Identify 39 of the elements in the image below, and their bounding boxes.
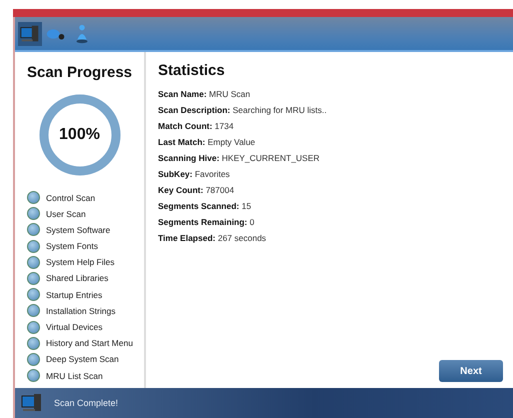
statistic-line: Scan Name: MRU Scan bbox=[158, 89, 252, 99]
statistic-line: Segments Scanned: 15 bbox=[158, 201, 252, 211]
status-dot-icon bbox=[27, 256, 40, 269]
statistic-line: Key Count: 787004 bbox=[158, 185, 236, 195]
status-message: Scan Complete! bbox=[54, 398, 118, 408]
status-dot-icon bbox=[27, 223, 40, 236]
statistic-line: Segments Remaining: 0 bbox=[158, 217, 256, 227]
status-dot-icon bbox=[27, 369, 40, 382]
status-dot-icon bbox=[27, 207, 40, 220]
statistic-line: Time Elapsed: 267 seconds bbox=[158, 233, 268, 243]
step-label: Shared Libraries bbox=[46, 273, 108, 284]
toolbar-button[interactable] bbox=[18, 22, 42, 46]
step-label: MRU List Scan bbox=[46, 370, 103, 381]
status-dot-icon bbox=[27, 352, 40, 366]
step-label: History and Start Menu bbox=[46, 338, 133, 348]
panel-title: Scan Progress bbox=[26, 64, 132, 81]
next-button[interactable]: Next bbox=[439, 360, 503, 382]
step-label: Control Scan bbox=[46, 192, 96, 202]
step-label: System Software bbox=[46, 224, 110, 235]
statistic-line: Scan Description: Searching for MRU lists.. bbox=[158, 105, 328, 115]
statistic-line: Scanning Hive: HKEY_CURRENT_USER bbox=[158, 153, 321, 163]
status-dot-icon bbox=[27, 336, 40, 350]
status-dot-icon bbox=[27, 320, 40, 334]
status-dot-icon bbox=[27, 288, 40, 302]
statistic-line: Last Match: Empty Value bbox=[158, 137, 256, 147]
statistic-line: Match Count: 1734 bbox=[158, 121, 235, 131]
status-dot-icon bbox=[27, 191, 40, 204]
step-label: User Scan bbox=[46, 208, 86, 219]
statistic-line: SubKey: Favorites bbox=[158, 169, 231, 179]
step-label: Installation Strings bbox=[46, 306, 116, 316]
section-title: Statistics bbox=[158, 62, 226, 79]
step-label: Virtual Devices bbox=[46, 322, 103, 332]
step-label: Startup Entries bbox=[46, 290, 102, 300]
status-dot-icon bbox=[27, 304, 40, 318]
status-dot-icon bbox=[27, 240, 40, 253]
status-dot-icon bbox=[27, 272, 40, 285]
step-label: System Help Files bbox=[46, 257, 114, 268]
step-label: Deep System Scan bbox=[46, 354, 119, 364]
step-label: System Fonts bbox=[46, 241, 98, 252]
